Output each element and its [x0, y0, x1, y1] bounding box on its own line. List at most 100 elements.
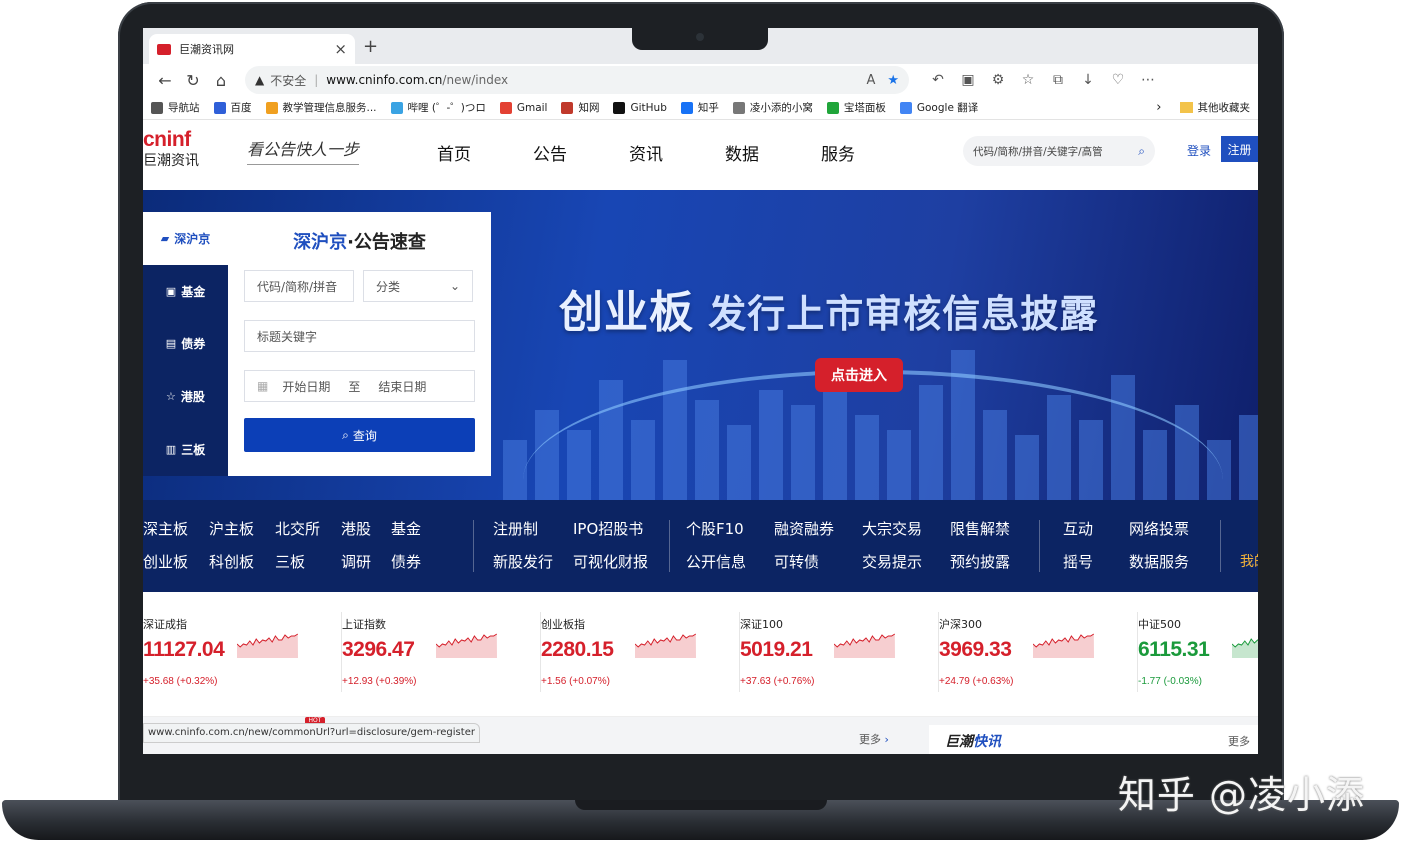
quick-link[interactable]: 限售解禁 [950, 518, 1038, 539]
puzzle-icon[interactable]: ⚙ [983, 72, 1013, 88]
new-tab-button[interactable]: + [363, 36, 378, 57]
index-card[interactable]: 沪深300 3969.33 +24.79 (+0.63%) [939, 592, 1138, 717]
quick-link[interactable]: 可视化财报 [573, 551, 653, 572]
hero-banner[interactable]: 创业板 发行上市审核信息披露 点击进入 ▰ 深沪京 ▣ 基金 ▤ 债券 ☆ 港股 ▥ 三板… [143, 190, 1258, 500]
bookmark-item[interactable]: 知网 [561, 100, 599, 115]
quick-link[interactable]: 可转债 [774, 551, 862, 572]
tab-title: 巨潮资讯网 [179, 43, 234, 56]
bookmark-item[interactable]: 知乎 [680, 100, 719, 115]
quick-link[interactable]: 交易提示 [862, 551, 950, 572]
end-date[interactable]: 结束日期 [378, 378, 426, 395]
bookmark-item[interactable]: 教学管理信息服务... [265, 100, 377, 115]
sparkline [237, 633, 299, 658]
tab-bond[interactable]: ▤ 债券 [143, 318, 228, 371]
favorite-star-icon[interactable]: ★ [887, 73, 899, 88]
quick-link[interactable]: 注册制 [493, 518, 573, 539]
tab-label: 基金 [181, 284, 206, 299]
more-link[interactable]: 更多 › [859, 731, 889, 747]
quick-link[interactable]: 公开信息 [686, 551, 774, 572]
site-search-input[interactable]: 代码/简称/拼音/关键字/高管 ⌕ [963, 136, 1155, 166]
bookmark-item[interactable]: Google 翻译 [899, 100, 978, 115]
quick-link[interactable]: 网络投票 [1129, 518, 1209, 539]
close-tab-icon[interactable]: × [334, 40, 347, 58]
quick-link[interactable]: 北交所 [275, 518, 341, 539]
bookmark-item[interactable]: 凌小添的小窝 [732, 100, 813, 115]
reload-icon[interactable]: ↻ [179, 71, 207, 90]
register-button[interactable]: 注册 [1221, 136, 1258, 162]
code-input[interactable]: 代码/简称/拼音 [244, 270, 354, 302]
nav-home[interactable]: 首页 [437, 140, 533, 165]
quick-link[interactable]: 数据服务 [1129, 551, 1209, 572]
favorites-icon[interactable]: ☆ [1013, 72, 1043, 88]
news-more-link[interactable]: 更多 [1228, 733, 1250, 749]
collections-icon[interactable]: ⧉ [1043, 72, 1073, 88]
start-date[interactable]: 开始日期 [282, 378, 330, 395]
quick-link[interactable]: 大宗交易 [862, 518, 950, 539]
extension-badge-icon[interactable]: ▣ [953, 72, 983, 88]
search-icon[interactable]: ⌕ [1138, 144, 1145, 159]
browser-tab[interactable]: 巨潮资讯网 × [149, 34, 355, 64]
nav-data[interactable]: 数据 [725, 140, 821, 165]
index-card[interactable]: 深证成指 11127.04 +35.68 (+0.32%) [143, 592, 342, 717]
bookmark-item[interactable]: 哔哩 (゜-゜)つロ [390, 100, 486, 115]
quick-link[interactable]: 三板 [275, 551, 341, 572]
index-card[interactable]: 中证500 6115.31 -1.77 (-0.03%) [1138, 592, 1258, 717]
bookmark-item[interactable]: 导航站 [151, 100, 200, 115]
quick-link[interactable]: 互动 [1063, 518, 1129, 539]
more-menu-icon[interactable]: ⋯ [1133, 72, 1163, 88]
quick-link[interactable]: 深主板 [143, 518, 209, 539]
tab-hk-stock[interactable]: ☆ 港股 [143, 370, 228, 423]
my-link[interactable]: 我的 [1240, 551, 1258, 571]
security-label[interactable]: 不安全 [270, 72, 306, 89]
date-range-input[interactable]: ▦ 开始日期 至 结束日期 [244, 370, 475, 402]
enter-button[interactable]: 点击进入 [815, 358, 903, 392]
quick-link[interactable]: 基金 [391, 518, 441, 539]
nav-news[interactable]: 资讯 [629, 140, 725, 165]
bookmark-label: Gmail [516, 101, 548, 114]
home-icon[interactable]: ⌂ [207, 71, 235, 90]
login-link[interactable]: 登录 [1187, 142, 1211, 159]
tab-third-board[interactable]: ▥ 三板 [143, 423, 228, 476]
index-card[interactable]: 创业板指 2280.15 +1.56 (+0.07%) [541, 592, 740, 717]
quick-link[interactable]: 新股发行 [493, 551, 573, 572]
warning-icon[interactable]: ▲ [255, 73, 264, 87]
nav-announcements[interactable]: 公告 [533, 140, 629, 165]
index-card[interactable]: 深证100 5019.21 +37.63 (+0.76%) [740, 592, 939, 717]
category-select[interactable]: 分类 ⌄ [363, 270, 473, 302]
bookmark-item[interactable]: Gmail [499, 101, 548, 114]
tab-shenhujing[interactable]: ▰ 深沪京 [143, 212, 228, 265]
site-logo[interactable]: cninf 巨潮资讯 [143, 128, 231, 170]
quick-link[interactable]: 融资融券 [774, 518, 862, 539]
performance-icon[interactable]: ♡ [1103, 72, 1133, 88]
tab-fund[interactable]: ▣ 基金 [143, 265, 228, 318]
bookmark-item[interactable]: 宝塔面板 [826, 100, 886, 115]
news-title-b: 快讯 [973, 734, 1001, 750]
quick-link[interactable]: 沪主板 [209, 518, 275, 539]
quick-link[interactable]: 创业板 [143, 551, 209, 572]
back-icon[interactable]: ← [151, 71, 179, 90]
other-bookmarks[interactable]: › 其他收藏夹 [1156, 100, 1250, 115]
sparkline [1033, 633, 1095, 658]
read-aloud-icon[interactable]: A [866, 73, 875, 88]
index-card[interactable]: 上证指数 3296.47 +12.93 (+0.39%) [342, 592, 541, 717]
bookmark-item[interactable]: 百度 [213, 100, 252, 115]
keyword-input[interactable]: 标题关键字 [244, 320, 475, 352]
address-bar[interactable]: ▲ 不安全 | www.cninfo.com.cn /new/index A ★ [245, 66, 909, 94]
search-button[interactable]: ⌕ 查询 [244, 418, 475, 452]
quick-link[interactable]: 科创板 [209, 551, 275, 572]
nav-services[interactable]: 服务 [821, 140, 917, 165]
quick-link[interactable]: 预约披露 [950, 551, 1038, 572]
star-icon: ☆ [166, 390, 176, 404]
query-tabs: ▰ 深沪京 ▣ 基金 ▤ 债券 ☆ 港股 ▥ 三板 [143, 212, 228, 476]
undo-icon[interactable]: ↶ [923, 72, 953, 88]
quick-link[interactable]: 调研 [341, 551, 391, 572]
bookmark-item[interactable]: GitHub [613, 101, 667, 114]
download-icon[interactable]: ↓ [1073, 72, 1103, 88]
chevron-right-icon[interactable]: › [1156, 100, 1161, 115]
quick-link[interactable]: IPO招股书 [573, 518, 653, 539]
status-bar-url: www.cninfo.com.cn/new/commonUrl?url=disc… [143, 723, 480, 743]
quick-link[interactable]: 债券 [391, 551, 441, 572]
quick-link[interactable]: 摇号 [1063, 551, 1129, 572]
quick-link[interactable]: 港股 [341, 518, 391, 539]
quick-link[interactable]: 个股F10 [686, 518, 774, 539]
